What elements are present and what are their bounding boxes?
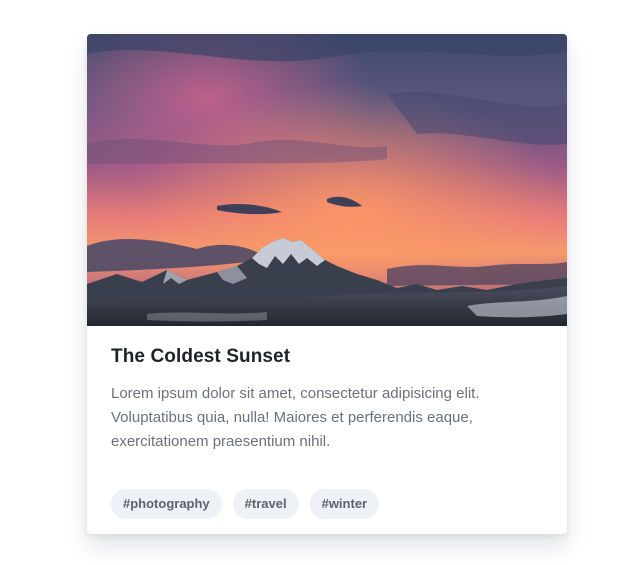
card: The Coldest Sunset Lorem ipsum dolor sit…	[87, 34, 567, 534]
tag-winter[interactable]: #winter	[309, 489, 380, 519]
card-title: The Coldest Sunset	[111, 346, 291, 367]
card-description: Lorem ipsum dolor sit amet, consectetur …	[111, 385, 480, 450]
card-image	[87, 34, 567, 326]
tag-photography[interactable]: #photography	[111, 489, 222, 519]
card-body: The Coldest Sunset Lorem ipsum dolor sit…	[87, 326, 567, 454]
tag-travel[interactable]: #travel	[232, 489, 299, 519]
tag-list: #photography #travel #winter	[111, 489, 380, 519]
